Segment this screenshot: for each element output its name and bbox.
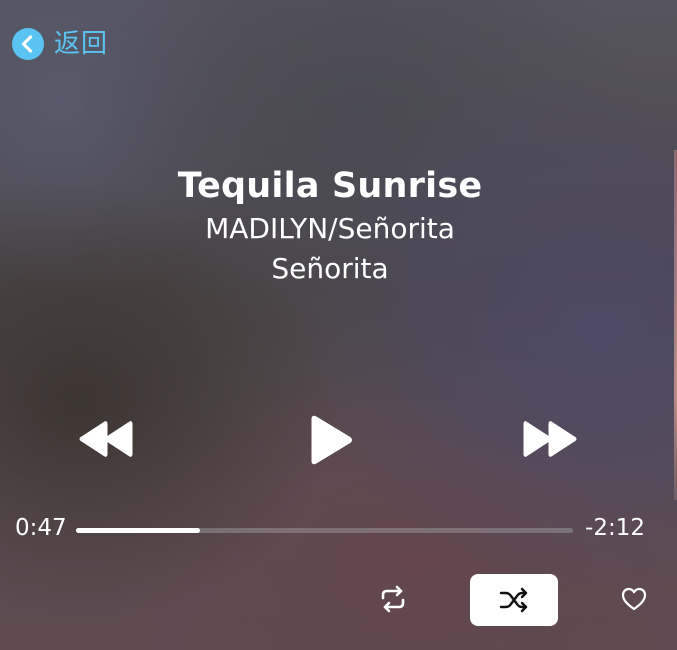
fast-forward-button[interactable] <box>522 420 578 458</box>
rewind-icon <box>79 421 133 457</box>
play-button[interactable] <box>306 414 354 466</box>
back-label: 返回 <box>54 29 109 59</box>
play-icon <box>311 415 352 465</box>
elapsed-time: 0:47 <box>15 515 67 541</box>
remaining-time: -2:12 <box>585 515 645 541</box>
progress-slider[interactable] <box>76 528 573 533</box>
progress-fill <box>76 528 201 533</box>
rewind-button[interactable] <box>78 420 134 458</box>
chevron-left-circle-icon <box>12 28 44 60</box>
repeat-button[interactable] <box>378 584 408 618</box>
track-title: Tequila Sunrise <box>177 166 483 206</box>
track-artist: MADILYN/Señorita <box>205 212 455 245</box>
shuffle-icon <box>499 587 528 613</box>
back-button[interactable]: 返回 <box>12 28 108 60</box>
now-playing-screen: 返回 Tequila Sunrise MADILYN/Señorita Seño… <box>0 0 677 650</box>
favorite-button[interactable] <box>620 586 648 616</box>
fast-forward-icon <box>523 421 577 457</box>
shuffle-button[interactable] <box>470 574 558 626</box>
repeat-icon <box>381 585 405 613</box>
heart-outline-icon <box>621 587 647 611</box>
track-album: Señorita <box>271 252 389 285</box>
